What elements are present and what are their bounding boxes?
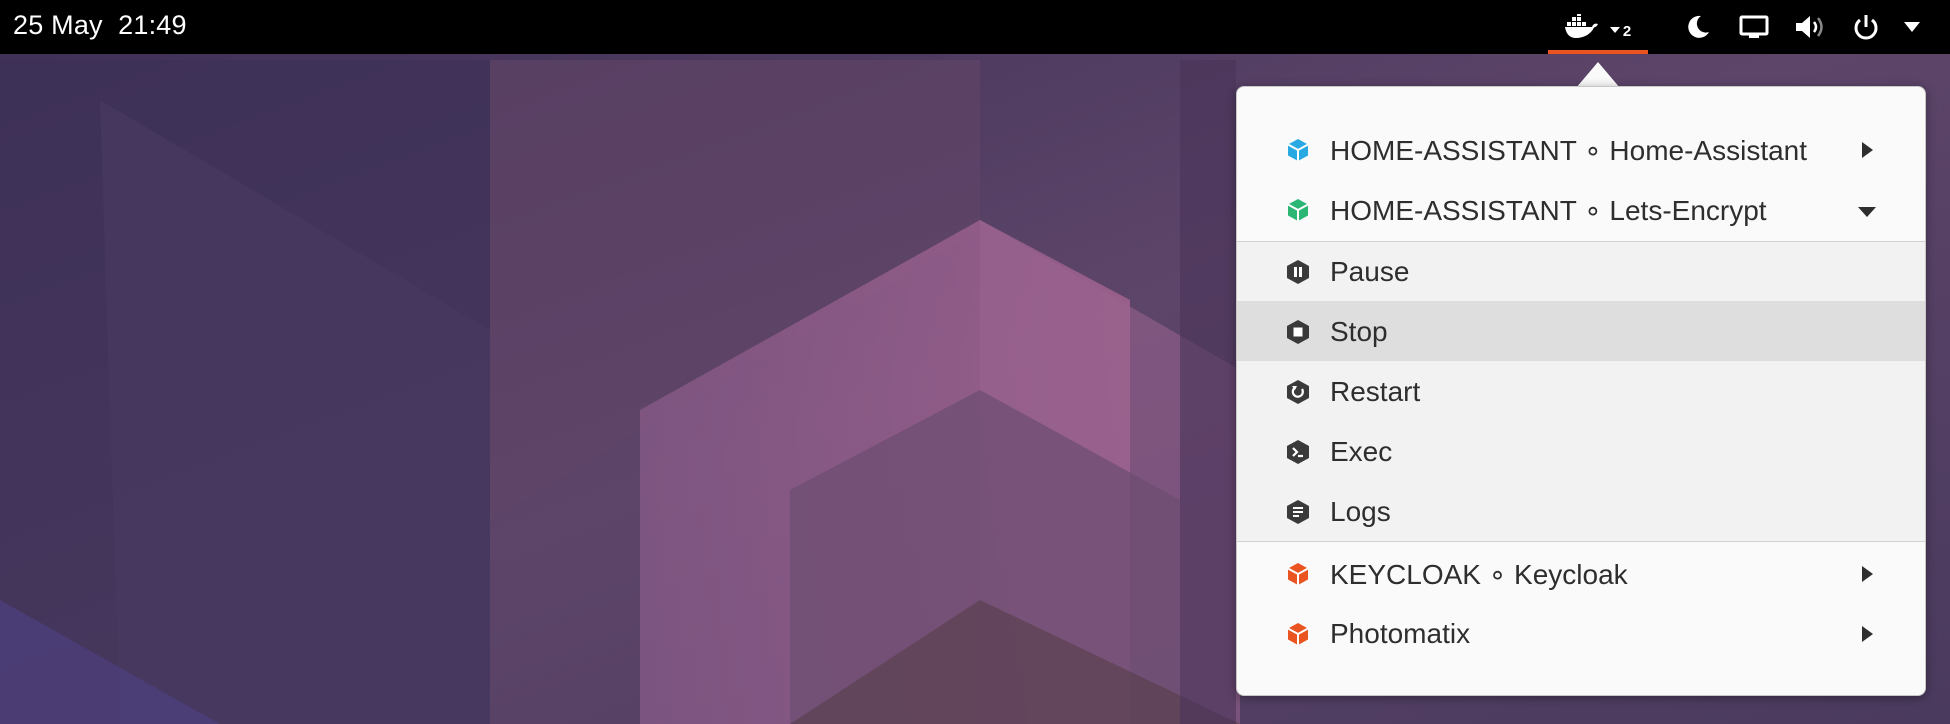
action-stop[interactable]: Stop bbox=[1237, 301, 1925, 361]
top-bar: 25 May 21:49 2 bbox=[0, 0, 1950, 54]
stop-icon bbox=[1287, 320, 1309, 344]
action-label: Pause bbox=[1330, 256, 1410, 287]
power-icon bbox=[1854, 15, 1878, 40]
system-menu-button[interactable] bbox=[1896, 0, 1928, 54]
menu-item-lets-encrypt[interactable]: HOME-ASSISTANT ∘ Lets-Encrypt bbox=[1237, 179, 1925, 239]
action-exec[interactable]: Exec bbox=[1237, 421, 1925, 481]
action-label: Restart bbox=[1330, 376, 1421, 407]
docker-menu-popup: HOME-ASSISTANT ∘ Home-Assistant HOME-ASS… bbox=[1236, 86, 1926, 696]
clock-date: 25 May bbox=[13, 10, 103, 40]
screen-indicator[interactable] bbox=[1734, 0, 1774, 54]
menu-item-home-assistant[interactable]: HOME-ASSISTANT ∘ Home-Assistant bbox=[1237, 119, 1925, 179]
container-cube-icon bbox=[1287, 139, 1309, 161]
indicator-active-underline bbox=[1548, 50, 1648, 54]
popup-pointer bbox=[1576, 62, 1620, 88]
volume-indicator[interactable] bbox=[1790, 0, 1830, 54]
submenu-arrow-icon bbox=[1862, 626, 1873, 642]
docker-whale-icon bbox=[1564, 14, 1598, 38]
menu-item-label: HOME-ASSISTANT ∘ Lets-Encrypt bbox=[1330, 195, 1767, 226]
container-cube-icon bbox=[1287, 623, 1309, 645]
menu-item-photomatix[interactable]: Photomatix bbox=[1237, 603, 1925, 663]
docker-indicator-button[interactable]: 2 bbox=[1548, 0, 1648, 54]
system-menu-arrow-icon bbox=[1904, 22, 1920, 32]
menu-item-label: Photomatix bbox=[1330, 618, 1471, 649]
screen-icon bbox=[1739, 15, 1769, 38]
clock[interactable]: 25 May 21:49 bbox=[13, 10, 187, 41]
menu-item-label: HOME-ASSISTANT ∘ Home-Assistant bbox=[1330, 135, 1808, 166]
night-light-indicator[interactable] bbox=[1680, 0, 1716, 54]
action-label: Exec bbox=[1330, 436, 1393, 467]
container-cube-icon bbox=[1287, 199, 1309, 221]
container-cube-icon bbox=[1287, 563, 1309, 585]
restart-icon bbox=[1287, 380, 1309, 404]
menu-item-label: KEYCLOAK ∘ Keycloak bbox=[1330, 559, 1628, 590]
action-restart[interactable]: Restart bbox=[1237, 361, 1925, 421]
submenu-arrow-icon bbox=[1862, 142, 1873, 158]
action-logs[interactable]: Logs bbox=[1237, 481, 1925, 541]
action-label: Logs bbox=[1330, 496, 1391, 527]
power-indicator[interactable] bbox=[1848, 0, 1884, 54]
terminal-icon bbox=[1287, 440, 1309, 464]
container-count: 2 bbox=[1622, 22, 1632, 40]
submenu-arrow-icon bbox=[1862, 566, 1873, 582]
logs-icon bbox=[1287, 500, 1309, 524]
volume-icon bbox=[1796, 16, 1823, 38]
clock-time: 21:49 bbox=[118, 10, 187, 40]
submenu-expanded-arrow-icon bbox=[1858, 207, 1876, 217]
menu-item-keycloak[interactable]: KEYCLOAK ∘ Keycloak bbox=[1237, 543, 1925, 603]
action-label: Stop bbox=[1330, 316, 1388, 347]
dropdown-arrow-icon bbox=[1609, 27, 1620, 33]
night-light-icon bbox=[1688, 15, 1709, 38]
action-pause[interactable]: Pause bbox=[1237, 241, 1925, 301]
pause-icon bbox=[1287, 260, 1309, 284]
